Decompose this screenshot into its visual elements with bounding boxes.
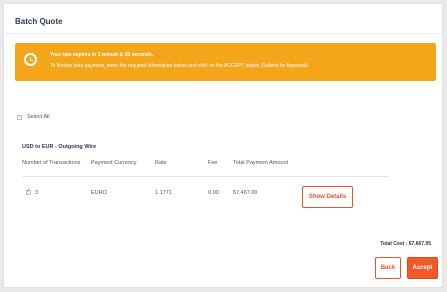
table-divider <box>22 176 389 177</box>
page-title: Batch Quote <box>15 17 63 26</box>
select-all-checkbox[interactable] <box>17 115 22 120</box>
select-all-label[interactable]: Select All <box>27 114 50 120</box>
cell-fee: 0.00 <box>208 190 219 196</box>
clock-icon <box>24 53 37 66</box>
row-checkbox[interactable] <box>26 187 31 195</box>
group-title: USD to EUR - Outgoing Wire <box>22 144 97 150</box>
column-header-currency: Payment Currency <box>91 160 137 166</box>
accept-button[interactable]: Accept <box>407 257 438 279</box>
column-header-transactions: Number of Transactions <box>22 160 81 166</box>
title-divider <box>4 33 442 34</box>
total-cost: Total Cost : 67,667.95 <box>380 241 431 247</box>
column-header-fee: Fee <box>208 160 218 166</box>
rate-expiry-text: Your rate expires in 1 minute & 55 secon… <box>50 52 154 58</box>
batch-quote-panel: Batch Quote Your rate expires in 1 minut… <box>3 3 443 288</box>
cell-total: 57,467.00 <box>233 190 258 196</box>
finalize-instructions: To finalize your payment, enter the requ… <box>50 63 310 69</box>
column-header-rate: Rate <box>155 160 167 166</box>
cell-transactions: 3 <box>35 190 39 196</box>
column-header-total: Total Payment Amount <box>233 160 289 166</box>
show-details-button[interactable]: Show Details <box>302 186 353 208</box>
cell-currency: EURO <box>91 190 107 196</box>
back-button[interactable]: Back <box>375 257 401 279</box>
rate-expiry-banner: Your rate expires in 1 minute & 55 secon… <box>15 43 436 81</box>
cell-rate: 1.1771 <box>155 190 172 196</box>
